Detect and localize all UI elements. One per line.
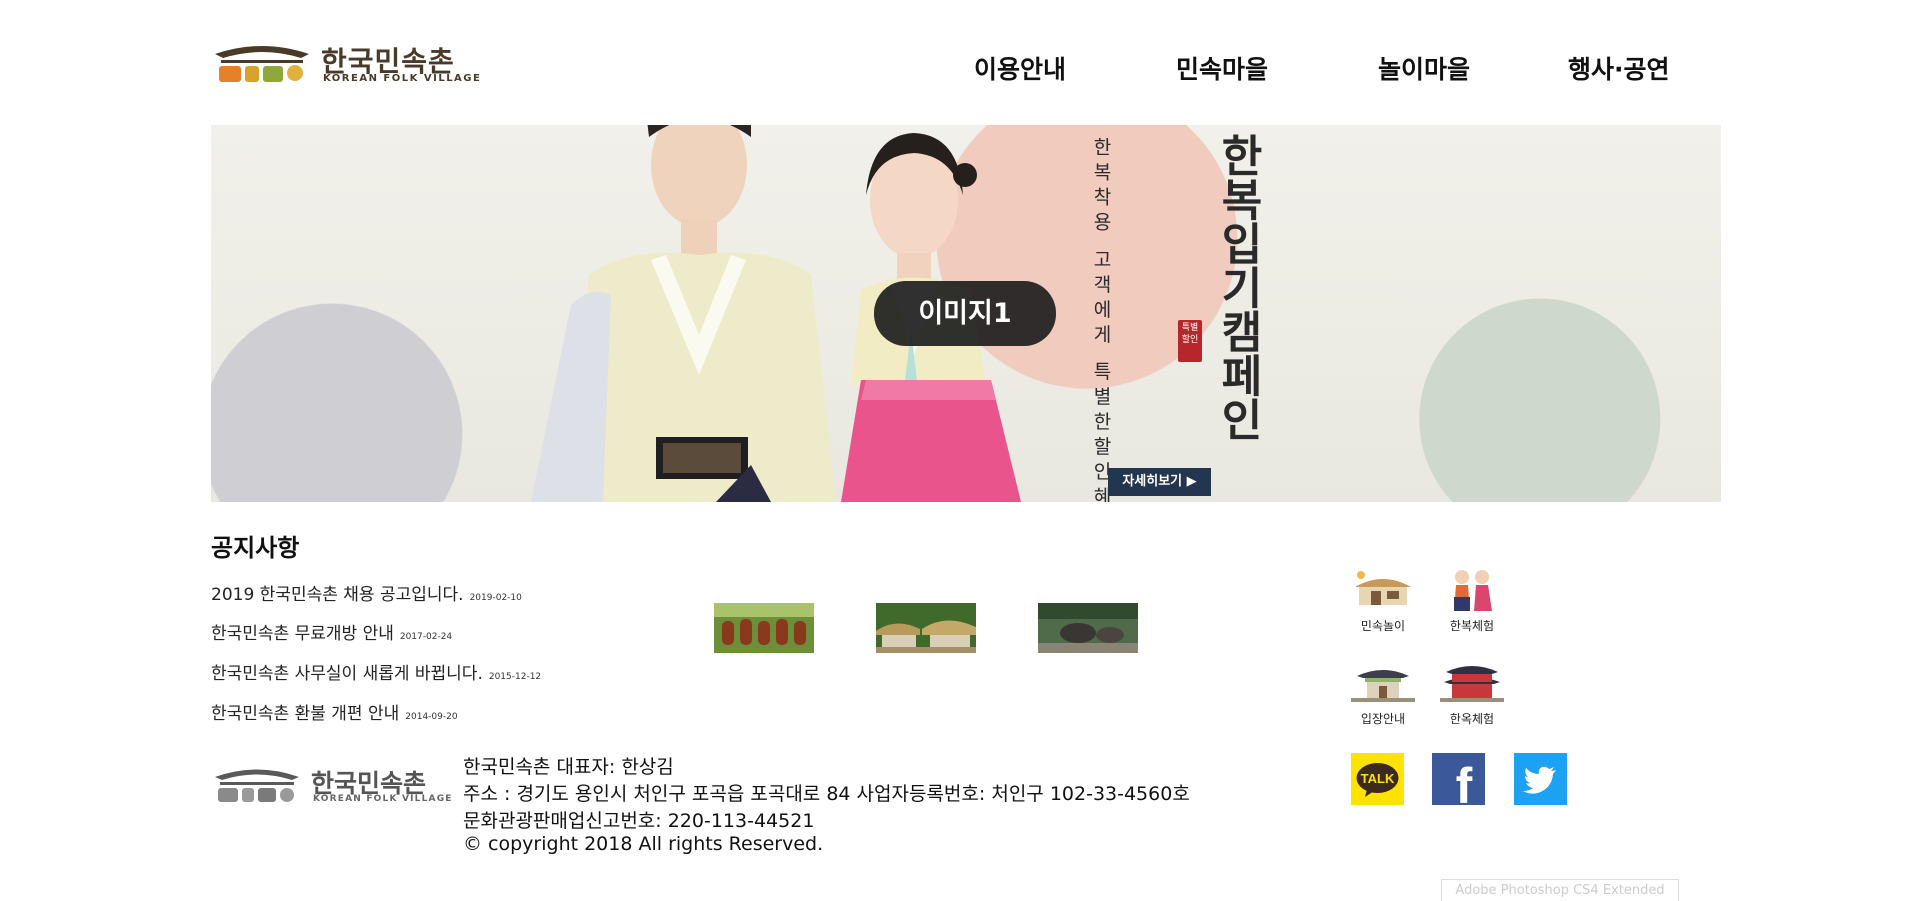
- quick-link-label: 입장안내: [1360, 712, 1406, 726]
- notice-date: 2014-09-20: [405, 712, 458, 722]
- notice-section-title: 공지사항: [211, 534, 300, 562]
- logo-subtitle: KOREAN FOLK VILLAGE: [323, 73, 482, 84]
- discount-stamp: 특별할인: [1178, 320, 1202, 362]
- nav-item-usage-guide[interactable]: 이용안내: [974, 50, 1066, 86]
- banner-more-button[interactable]: 자세히보기 ▶: [1108, 468, 1211, 496]
- banner-slide-caption: 이미지1: [874, 281, 1056, 346]
- notice-text: 한국민속촌 환불 개편 안내: [211, 704, 400, 724]
- footer-address: 주소 : 경기도 용인시 처인구 포곡읍 포곡대로 84 사업자등록번호: 처인…: [463, 783, 1190, 805]
- notice-text: 한국민속촌 무료개방 안내: [211, 624, 394, 644]
- logo-emblem-icon: [215, 46, 309, 82]
- notice-item[interactable]: 한국민속촌 무료개방 안내 2017-02-24: [211, 619, 452, 644]
- photoshop-watermark: Adobe Photoshop CS4 Extended: [1441, 879, 1679, 901]
- quick-link-hanbok-experience[interactable]: 한복체험: [1432, 567, 1512, 647]
- thatched-house-photo-icon: [876, 603, 976, 653]
- notice-item[interactable]: 2019 한국민속촌 채용 공고입니다. 2019-02-10: [211, 580, 522, 605]
- kakao-talk-button[interactable]: TALK: [1351, 753, 1404, 805]
- footer-representative: 한국민속촌 대표자: 한상김: [463, 756, 674, 778]
- footer-business-number: 문화관광판매업신고번호: 220-113-44521: [463, 810, 815, 832]
- palace-icon: [1440, 666, 1504, 702]
- notice-text: 한국민속촌 사무실이 새롭게 바뀝니다.: [211, 664, 483, 684]
- persimmon-photo-icon: [714, 603, 814, 653]
- gallery-thumbnail-kitchen[interactable]: [1038, 603, 1138, 653]
- gate-pavilion-icon: [1351, 670, 1415, 702]
- footer-logo[interactable]: 한국민속촌 KOREAN FOLK VILLAGE: [211, 764, 451, 806]
- quick-link-admission-info[interactable]: 입장안내: [1343, 660, 1423, 740]
- notice-date: 2019-02-10: [469, 593, 522, 603]
- banner-headline-col2: 캠페인: [1212, 309, 1263, 441]
- notice-date: 2015-12-12: [488, 672, 542, 682]
- banner-headline: 한복입기캠페인: [1211, 133, 1263, 441]
- twitter-icon: [1514, 753, 1567, 805]
- hanbok-couple-icon: [1454, 570, 1492, 611]
- facebook-button[interactable]: f: [1432, 753, 1485, 814]
- footer-logo-emblem-icon: [215, 769, 299, 802]
- banner-headline-col1: 한복입기: [1212, 133, 1263, 309]
- footer-logo-subtitle: KOREAN FOLK VILLAGE: [313, 794, 453, 804]
- notice-text: 2019 한국민속촌 채용 공고입니다.: [211, 585, 464, 605]
- quick-link-label: 민속놀이: [1360, 619, 1406, 633]
- twitter-button[interactable]: [1514, 753, 1567, 805]
- kakao-talk-icon: TALK: [1351, 753, 1404, 805]
- notice-item[interactable]: 한국민속촌 환불 개편 안내 2014-09-20: [211, 699, 458, 724]
- quick-link-label: 한옥체험: [1449, 712, 1495, 726]
- quick-link-label: 한복체험: [1449, 619, 1495, 633]
- notice-date: 2017-02-24: [399, 632, 453, 642]
- footer-copyright: © copyright 2018 All rights Reserved.: [463, 833, 824, 855]
- nav-item-folk-village[interactable]: 민속마을: [1176, 50, 1268, 86]
- facebook-glyph: f: [1456, 758, 1473, 805]
- site-logo[interactable]: 한국민속촌 KOREAN FOLK VILLAGE: [211, 40, 480, 86]
- banner-subline: 한복착용 고객에게 특별한할인혜택을 드립니다: [1088, 137, 1114, 502]
- folk-house-icon: [1355, 571, 1411, 605]
- banner-subline-col1: 한복착용 고객에게 특별한: [1090, 137, 1112, 437]
- nav-item-events[interactable]: 행사·공연: [1568, 50, 1670, 86]
- nav-item-play-village[interactable]: 놀이마을: [1378, 50, 1470, 86]
- facebook-icon: f: [1432, 753, 1485, 814]
- gallery-thumbnail-persimmons[interactable]: [714, 603, 814, 653]
- traditional-kitchen-photo-icon: [1038, 603, 1138, 653]
- notice-item[interactable]: 한국민속촌 사무실이 새롭게 바뀝니다. 2015-12-12: [211, 659, 541, 684]
- kakao-talk-text: TALK: [1361, 771, 1395, 786]
- quick-link-folk-games[interactable]: 민속놀이: [1343, 567, 1423, 647]
- gallery-thumbnail-thatched-houses[interactable]: [876, 603, 976, 653]
- main-banner[interactable]: 한복입기캠페인 한복착용 고객에게 특별한할인혜택을 드립니다 특별할인 자세히…: [211, 125, 1721, 502]
- quick-link-hanok-experience[interactable]: 한옥체험: [1432, 660, 1512, 740]
